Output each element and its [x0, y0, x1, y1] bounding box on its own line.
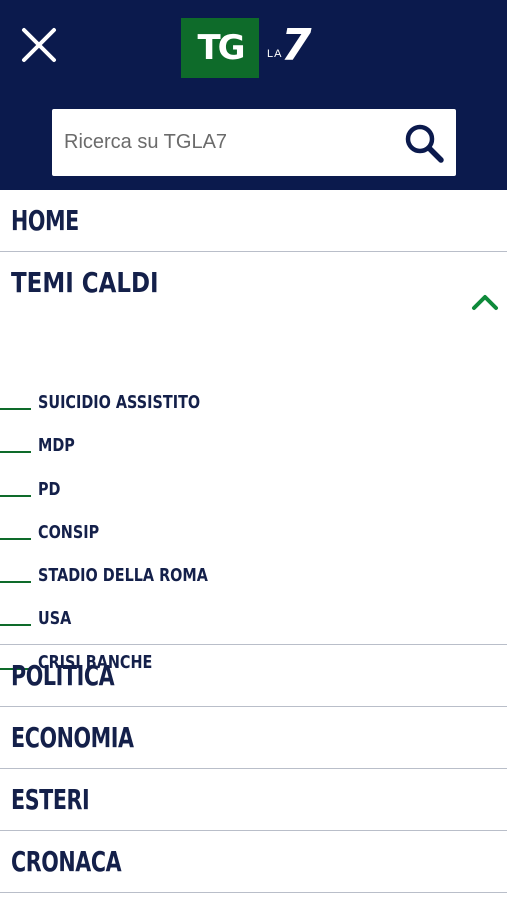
menu-item-label: ECONOMIA — [11, 721, 134, 754]
search-icon — [405, 124, 444, 163]
list-item[interactable]: USA — [0, 597, 507, 640]
tgla7-logo[interactable]: TG LA 7 — [181, 18, 321, 78]
list-item[interactable]: PD — [0, 468, 507, 511]
list-item-label: CONSIP — [38, 521, 100, 543]
list-item[interactable]: STADIO DELLA ROMA — [0, 554, 507, 597]
menu-item-esteri[interactable]: ESTERI — [0, 769, 507, 831]
menu-item-label: ESTERI — [11, 783, 90, 816]
list-item[interactable]: CONSIP — [0, 511, 507, 554]
dash-marker — [0, 537, 31, 540]
temi-caldi-list: SUICIDIO ASSISTITO MDP PD CONSIP STADIO … — [0, 381, 507, 684]
logo-tg: TG — [181, 18, 259, 78]
menu-item-home[interactable]: HOME — [0, 190, 507, 252]
list-item-label: MDP — [38, 435, 75, 457]
list-item-label: SUICIDIO ASSISTITO — [38, 392, 201, 413]
list-item-label: PD — [38, 478, 61, 500]
search-input[interactable] — [64, 109, 394, 176]
search-bar — [52, 109, 456, 176]
app-header: TG LA 7 — [0, 0, 507, 190]
dash-marker — [0, 451, 31, 454]
menu-item-cronaca[interactable]: CRONACA — [0, 831, 507, 893]
list-item-label: STADIO DELLA ROMA — [38, 565, 208, 587]
menu-item-label: TEMI CALDI — [11, 266, 159, 299]
close-menu-button[interactable] — [18, 24, 60, 66]
dash-marker — [0, 408, 31, 410]
menu-item-label: POLITICA — [11, 659, 115, 692]
logo-seven: 7 — [281, 20, 312, 71]
main-menu: HOME TEMI CALDI SUICIDIO ASSISTITO MDP P… — [0, 190, 507, 893]
chevron-up-icon — [472, 295, 498, 310]
dash-marker — [0, 624, 31, 627]
menu-section-temi-caldi: TEMI CALDI SUICIDIO ASSISTITO MDP PD CON… — [0, 252, 507, 673]
menu-item-economia[interactable]: ECONOMIA — [0, 707, 507, 769]
list-item[interactable]: SUICIDIO ASSISTITO — [0, 381, 507, 424]
menu-item-label: CRONACA — [11, 845, 122, 878]
list-item-label: USA — [38, 608, 72, 630]
menu-item-temi-caldi[interactable]: TEMI CALDI — [0, 252, 507, 314]
menu-item-label: HOME — [11, 204, 79, 237]
search-button[interactable] — [402, 121, 446, 165]
close-icon — [22, 28, 56, 62]
dash-marker — [0, 581, 31, 584]
collapse-button[interactable] — [471, 272, 499, 310]
dash-marker — [0, 494, 31, 497]
list-item[interactable]: MDP — [0, 424, 507, 467]
menu-item-politica[interactable]: POLITICA — [0, 645, 507, 707]
